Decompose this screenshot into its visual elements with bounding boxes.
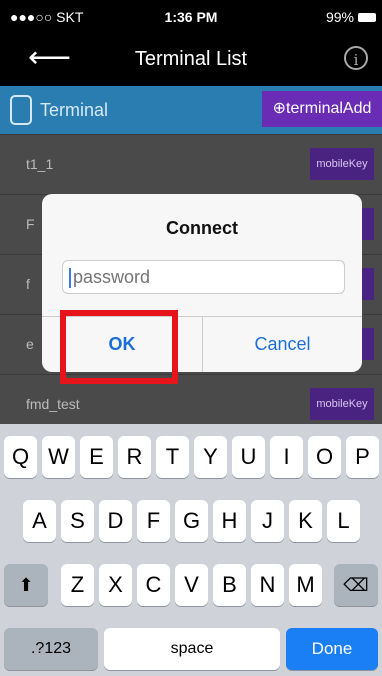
password-input[interactable] <box>73 261 333 293</box>
password-field[interactable] <box>62 260 345 294</box>
key-j[interactable]: J <box>251 500 284 542</box>
key-y[interactable]: Y <box>194 436 227 478</box>
cancel-button[interactable]: Cancel <box>203 317 362 372</box>
nav-bar: ⟵ Terminal List i <box>0 34 382 86</box>
key-v[interactable]: V <box>175 564 208 606</box>
key-r[interactable]: R <box>118 436 151 478</box>
battery-percent: 99% <box>325 9 354 25</box>
key-w[interactable]: W <box>42 436 75 478</box>
key-a[interactable]: A <box>23 500 56 542</box>
key-m[interactable]: M <box>289 564 322 606</box>
mobile-key-button[interactable]: mobileKey <box>310 148 374 180</box>
shift-icon[interactable]: ⬆ <box>4 564 48 606</box>
key-d[interactable]: D <box>99 500 132 542</box>
info-icon[interactable]: i <box>344 46 368 70</box>
key-q[interactable]: Q <box>4 436 37 478</box>
mobile-key-button[interactable]: mobileKey <box>310 388 374 420</box>
status-bar: ●●●○○ SKT 1:36 PM 99% <box>0 0 382 34</box>
space-key[interactable]: space <box>104 628 280 670</box>
key-u[interactable]: U <box>232 436 265 478</box>
key-f[interactable]: F <box>137 500 170 542</box>
key-b[interactable]: B <box>213 564 246 606</box>
key-s[interactable]: S <box>61 500 94 542</box>
keyboard: Q W E R T Y U I O P A S D F G H J K L ⬆ … <box>0 424 382 676</box>
key-l[interactable]: L <box>327 500 360 542</box>
numbers-key[interactable]: .?123 <box>4 628 98 670</box>
key-i[interactable]: I <box>270 436 303 478</box>
key-t[interactable]: T <box>156 436 189 478</box>
page-title: Terminal List <box>134 48 248 70</box>
terminal-name: t1_1 <box>26 156 54 172</box>
key-x[interactable]: X <box>99 564 132 606</box>
battery-icon <box>358 13 376 22</box>
key-o[interactable]: O <box>308 436 341 478</box>
key-n[interactable]: N <box>251 564 284 606</box>
key-c[interactable]: C <box>137 564 170 606</box>
terminal-name: e <box>26 336 34 352</box>
key-e[interactable]: E <box>80 436 113 478</box>
done-key[interactable]: Done <box>286 628 378 670</box>
terminal-name: f <box>26 276 30 292</box>
backspace-icon[interactable]: ⌫ <box>334 564 378 606</box>
dialog-title: Connect <box>166 218 238 238</box>
key-g[interactable]: G <box>175 500 208 542</box>
terminal-name: fmd_test <box>26 396 80 412</box>
terminal-name: F <box>26 216 35 232</box>
list-item[interactable]: t1_1 mobileKey <box>0 134 382 194</box>
key-k[interactable]: K <box>289 500 322 542</box>
terminal-header: Terminal ⊕terminalAdd <box>0 86 382 134</box>
key-h[interactable]: H <box>213 500 246 542</box>
text-cursor <box>69 268 71 288</box>
terminal-label: Terminal <box>40 100 109 120</box>
ok-highlight-box <box>60 310 178 384</box>
key-z[interactable]: Z <box>61 564 94 606</box>
phone-icon <box>10 95 32 125</box>
terminal-add-button[interactable]: ⊕terminalAdd <box>262 91 382 127</box>
key-p[interactable]: P <box>346 436 379 478</box>
clock: 1:36 PM <box>164 9 218 25</box>
